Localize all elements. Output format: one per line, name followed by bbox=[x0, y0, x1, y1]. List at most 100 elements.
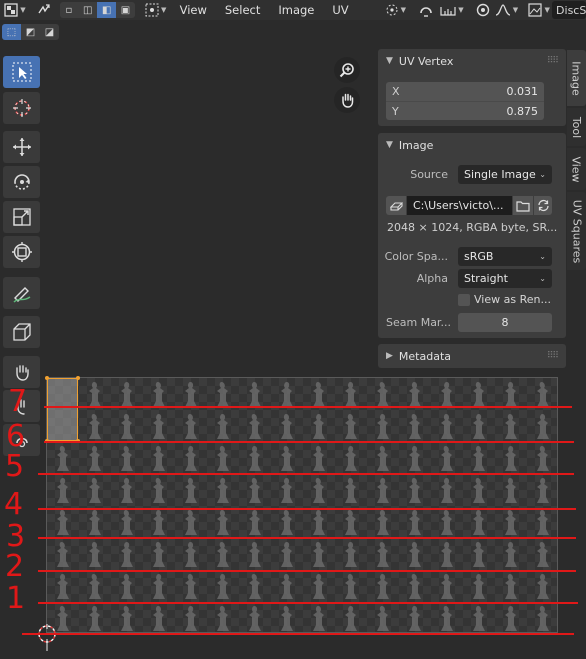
pivot-point-dropdown[interactable]: ▼ bbox=[381, 1, 409, 19]
tab-image[interactable]: Image bbox=[567, 50, 586, 106]
sprite-frame bbox=[473, 574, 485, 599]
tab-tool[interactable]: Tool bbox=[567, 108, 586, 146]
sprite-frame bbox=[441, 574, 453, 599]
annotation-line bbox=[38, 570, 576, 572]
editor-header: ▼ ▫ ◫ ◧ ▣ ▼ View Select Image UV ▼ ▼ ▼ ▼… bbox=[0, 0, 586, 20]
vertex-select-icon[interactable]: ▫ bbox=[60, 2, 79, 18]
menu-view[interactable]: View bbox=[171, 1, 216, 19]
sprite-frame bbox=[441, 606, 453, 631]
sprite-frame bbox=[281, 478, 293, 503]
falloff-dropdown[interactable]: ▼ bbox=[493, 1, 521, 19]
sprite-frame bbox=[153, 382, 165, 407]
image-path-field[interactable]: C:\Users\victo\... bbox=[407, 196, 512, 215]
grab-tool[interactable] bbox=[3, 316, 40, 348]
sprite-frame bbox=[377, 382, 389, 407]
alpha-dropdown[interactable]: Straight ⌄ bbox=[458, 269, 552, 288]
2d-cursor-icon[interactable] bbox=[36, 623, 58, 651]
tab-uv-squares[interactable]: UV Squares bbox=[567, 192, 586, 270]
tab-view[interactable]: View bbox=[567, 148, 586, 190]
edge-select-icon[interactable]: ◫ bbox=[78, 2, 97, 18]
sprite-frame bbox=[377, 510, 389, 535]
seam-margin-field[interactable]: 8 bbox=[458, 313, 552, 332]
image-browse-icon[interactable] bbox=[386, 196, 406, 215]
sprite-frame bbox=[473, 382, 485, 407]
select-extend-icon[interactable]: ◩ bbox=[21, 24, 40, 40]
snap-toggle-icon[interactable] bbox=[415, 1, 437, 19]
folder-icon[interactable] bbox=[513, 196, 533, 215]
editor-type-button[interactable]: ▼ bbox=[2, 1, 28, 19]
sprite-frame bbox=[121, 382, 133, 407]
source-dropdown[interactable]: Single Image ⌄ bbox=[458, 165, 552, 184]
sprite-frame bbox=[313, 574, 325, 599]
sprite-frame bbox=[441, 510, 453, 535]
sprite-frame bbox=[409, 382, 421, 407]
drag-grip-icon[interactable]: ⠿⠿ bbox=[547, 351, 559, 361]
tab-tool-label: Tool bbox=[570, 116, 583, 138]
move-tool[interactable] bbox=[3, 131, 40, 163]
menu-image[interactable]: Image bbox=[269, 1, 323, 19]
menu-select[interactable]: Select bbox=[216, 1, 269, 19]
reload-icon[interactable] bbox=[534, 196, 552, 215]
sprite-frame bbox=[537, 542, 549, 567]
annotate-tool[interactable] bbox=[3, 277, 40, 309]
sprite-frame bbox=[409, 478, 421, 503]
sprite-frame bbox=[217, 574, 229, 599]
workspace-name-field[interactable]: DiscS bbox=[552, 1, 586, 19]
select-subtract-icon[interactable]: ◪ bbox=[40, 24, 59, 40]
sprite-frame bbox=[185, 478, 197, 503]
drag-grip-icon[interactable]: ⠿⠿ bbox=[547, 56, 559, 66]
sprite-frame bbox=[217, 446, 229, 471]
uv-x-field[interactable]: X 0.031 bbox=[386, 82, 544, 101]
select-box-tool[interactable] bbox=[3, 56, 40, 88]
sprite-frame bbox=[505, 414, 517, 439]
sprite-frame bbox=[505, 606, 517, 631]
source-label: Source bbox=[410, 168, 448, 181]
uv-vertex[interactable] bbox=[45, 376, 49, 380]
hand-grab-icon bbox=[15, 365, 29, 381]
uv-y-field[interactable]: Y 0.875 bbox=[386, 101, 544, 120]
image-panel: ▼ Image Source Single Image ⌄ C:\Users\v… bbox=[378, 133, 566, 338]
transform-tool[interactable] bbox=[3, 236, 40, 268]
annotation-number-2: 2 bbox=[5, 549, 25, 584]
sprite-frame bbox=[409, 606, 421, 631]
pan-view-button[interactable] bbox=[334, 87, 360, 113]
metadata-header[interactable]: ▶ Metadata ⠿⠿ bbox=[378, 344, 566, 368]
sprite-frame bbox=[121, 414, 133, 439]
metadata-title: Metadata bbox=[398, 349, 452, 363]
sprite-frame bbox=[249, 606, 261, 631]
select-box-mode-group: ⬚ ◩ ◪ bbox=[2, 24, 59, 40]
sprite-frame bbox=[153, 606, 165, 631]
annotation-number-4: 4 bbox=[4, 487, 24, 522]
view-as-render-checkbox[interactable] bbox=[458, 294, 470, 306]
alpha-label: Alpha bbox=[416, 272, 448, 285]
display-image-dropdown[interactable]: ▼ bbox=[526, 1, 552, 19]
rotate-tool[interactable] bbox=[3, 166, 40, 198]
cursor-tool[interactable] bbox=[3, 92, 40, 124]
sync-selection-icon[interactable] bbox=[34, 1, 54, 19]
select-new-icon[interactable]: ⬚ bbox=[2, 24, 21, 40]
island-select-icon[interactable]: ▣ bbox=[116, 2, 135, 18]
scale-tool[interactable] bbox=[3, 201, 40, 233]
image-icon bbox=[528, 3, 543, 17]
annotation-number-6: 6 bbox=[6, 419, 26, 454]
sprite-frame bbox=[89, 478, 101, 503]
sprite-frame bbox=[441, 446, 453, 471]
proportional-editing-icon[interactable] bbox=[473, 1, 493, 19]
sprite-frame bbox=[153, 446, 165, 471]
zoom-view-button[interactable] bbox=[334, 57, 360, 83]
snap-target-dropdown[interactable]: ▼ bbox=[437, 1, 467, 19]
uv-vertex[interactable] bbox=[76, 376, 80, 380]
color-space-dropdown[interactable]: sRGB ⌄ bbox=[458, 247, 552, 266]
sprite-frame bbox=[537, 574, 549, 599]
sticky-selection-dropdown[interactable]: ▼ bbox=[141, 1, 171, 19]
selected-uv-face[interactable] bbox=[47, 378, 78, 441]
metadata-panel: ▶ Metadata ⠿⠿ bbox=[378, 344, 566, 368]
annotation-line bbox=[38, 602, 578, 604]
image-panel-header[interactable]: ▼ Image bbox=[378, 133, 566, 157]
face-select-icon[interactable]: ◧ bbox=[97, 2, 117, 18]
rotate-icon bbox=[13, 174, 30, 190]
sprite-frame bbox=[89, 542, 101, 567]
uv-vertex-header[interactable]: ▼ UV Vertex ⠿⠿ bbox=[378, 49, 566, 73]
menu-uv[interactable]: UV bbox=[323, 1, 357, 19]
sprite-frame bbox=[121, 510, 133, 535]
